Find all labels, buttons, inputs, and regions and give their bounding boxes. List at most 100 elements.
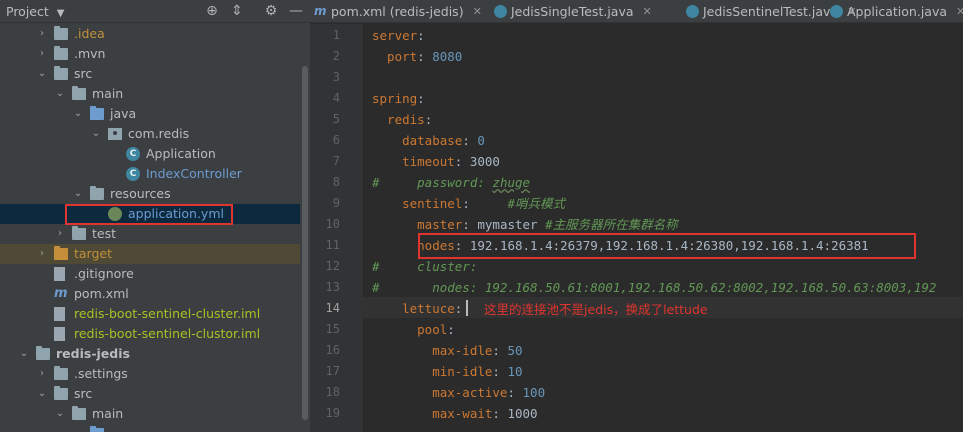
tree-item[interactable]: redis-boot-sentinel-cluster.iml [0,304,300,324]
close-icon[interactable]: ✕ [956,0,963,22]
code-line[interactable]: database: 0 [372,130,485,151]
code-token: port [372,49,418,64]
tab-label: pom.xml (redis-jedis) [331,4,464,19]
project-panel-title[interactable]: Project ▼ [6,4,64,19]
code-token: # nodes: 192.168.50.61:8001,192.168.50.6… [372,280,937,295]
chevron-down-icon[interactable]: ⌄ [54,404,66,424]
code-line[interactable]: # cluster: [372,256,477,277]
code-line[interactable]: sentinel: #哨兵模式 [372,193,565,214]
tab-label: JedisSingleTest.java [511,4,634,19]
code-token: min-idle [372,364,493,379]
chevron-down-icon[interactable]: ⌄ [90,124,102,144]
chevron-down-icon[interactable]: ⌄ [72,184,84,204]
tree-item[interactable]: redis-boot-sentinel-clustor.iml [0,324,300,344]
chevron-right-icon[interactable]: › [36,364,48,384]
code-line[interactable]: # password: zhuge [372,172,530,193]
code-token: : [492,364,508,379]
class-icon [686,5,699,18]
folder-icon [36,346,50,360]
crosshair-icon[interactable]: ⊕ [204,3,220,19]
code-token: #哨兵模式 [507,196,565,211]
code-line[interactable]: pool: [372,319,455,340]
chevron-down-icon[interactable]: ⌄ [72,424,84,432]
code-line[interactable]: max-idle: 50 [372,340,522,361]
code-line[interactable]: # nodes: 192.168.50.61:8001,192.168.50.6… [372,277,936,298]
code-token: max-idle [372,343,493,358]
gear-icon[interactable]: ⚙ [263,3,279,19]
code-token: redis [372,112,425,127]
minimize-icon[interactable]: — [288,3,304,19]
project-scrollbar[interactable] [302,66,308,420]
code-line[interactable]: master: mymaster #主服务器所在集群名称 [372,214,678,235]
code-token: 100 [522,385,546,400]
tree-item[interactable]: › .mvn [0,44,300,64]
tree-item[interactable]: ⌄ resources [0,184,300,204]
close-icon[interactable]: ✕ [643,0,652,22]
tree-item[interactable]: › .idea [0,24,300,44]
code-token: pool [372,322,448,337]
line-number: 6 [332,133,340,147]
tree-item[interactable]: ⌄ [0,424,300,432]
code-line[interactable]: port: 8080 [372,46,462,67]
chevron-down-icon[interactable]: ⌄ [72,104,84,124]
chevron-down-icon[interactable]: ⌄ [54,84,66,104]
code-line[interactable]: min-idle: 10 [372,361,522,382]
code-token: lettuce [372,301,455,316]
code-token: database [372,133,463,148]
folder-icon [72,226,86,240]
code-line[interactable]: server: [372,25,425,46]
code-token: 8080 [432,49,463,64]
code-token: # password: [372,175,493,190]
line-number: 17 [325,364,340,378]
chevron-right-icon[interactable]: › [36,24,48,44]
chevron-right-icon[interactable]: › [54,224,66,244]
code-line[interactable]: max-wait: 1000 [372,403,538,424]
chevron-down-icon[interactable]: ⌄ [36,64,48,84]
code-line[interactable]: lettuce: [372,298,462,319]
line-number: 7 [332,154,340,168]
tree-item[interactable]: › .settings [0,364,300,384]
project-panel: Project ▼ ⊕ ⇕ ⚙ — › .idea › .mvn ⌄ src ⌄ main ⌄ j… [0,0,310,432]
tree-item[interactable]: › target [0,244,300,264]
tree-item[interactable]: ⌄ com.redis [0,124,300,144]
tree-item[interactable]: ⌄ java [0,104,300,124]
tree-item[interactable]: › test [0,224,300,244]
chevron-down-icon[interactable]: ▼ [57,8,65,19]
code-token: 1000 [507,406,538,421]
code-token: : [492,406,508,421]
tree-item[interactable]: m pom.xml [0,284,300,304]
code-line[interactable]: spring: [372,88,425,109]
tree-item[interactable]: ⌄ main [0,84,300,104]
project-title-label[interactable]: Project [6,4,49,19]
tree-item[interactable]: .gitignore [0,264,300,284]
code-line[interactable]: redis: [372,109,432,130]
tree-item[interactable]: ⌄ src [0,64,300,84]
tree-item-label: main [92,86,124,101]
code-token: : [417,28,425,43]
line-number: 14 [325,301,340,315]
chevron-right-icon[interactable]: › [36,244,48,264]
maven-icon: m [54,286,68,301]
line-number: 10 [325,217,340,231]
close-icon[interactable]: ✕ [473,0,482,22]
chevron-down-icon[interactable]: ⌄ [36,384,48,404]
line-number: 15 [325,322,340,336]
tree-item[interactable]: ⌄ main [0,404,300,424]
code-token: : mymaster [462,217,546,232]
code-token: : [447,322,455,337]
highlight-box-application-yml [65,204,233,225]
tree-item[interactable]: C Application [0,144,300,164]
project-panel-header: Project ▼ ⊕ ⇕ ⚙ — [0,0,310,23]
line-number-gutter: 1 2 3 4 5 6 7 8 9 10 11 12 13 14 15 16 17 18 19 [310,24,363,432]
line-number: 1 [332,28,340,42]
code-line[interactable]: max-active: 100 [372,382,545,403]
chevron-right-icon[interactable]: › [36,44,48,64]
tree-item[interactable]: ⌄ redis-jedis [0,344,300,364]
code-line[interactable]: timeout: 3000 [372,151,500,172]
line-number: 2 [332,49,340,63]
collapse-all-icon[interactable]: ⇕ [229,3,245,19]
chevron-down-icon[interactable]: ⌄ [18,344,30,364]
tree-item[interactable]: ⌄ src [0,384,300,404]
tree-item[interactable]: C IndexController [0,164,300,184]
file-icon [54,327,65,341]
